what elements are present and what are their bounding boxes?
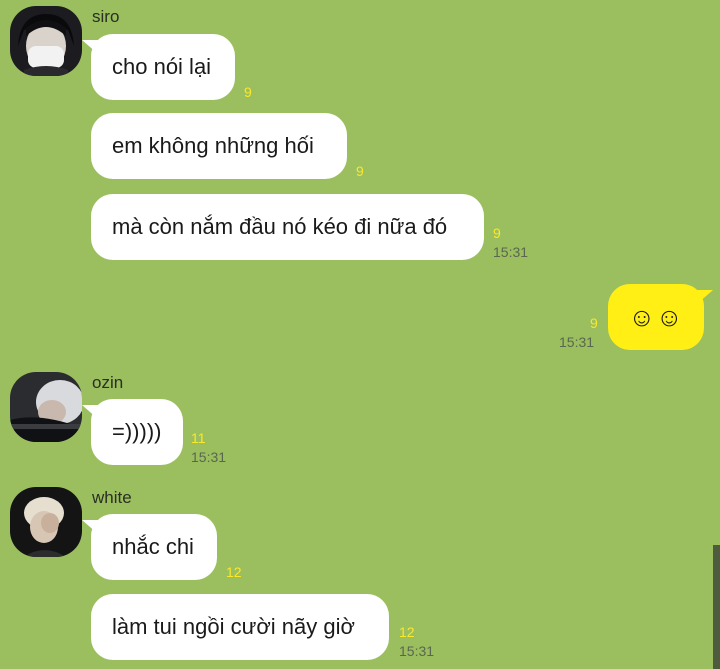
avatar-resting-person-icon — [10, 372, 82, 442]
unread-count: 12 — [399, 624, 415, 640]
avatar-siro[interactable] — [10, 6, 82, 76]
my-message-bubble[interactable]: ☺☺ — [608, 284, 713, 350]
unread-count: 9 — [590, 315, 598, 331]
avatar-masked-person-icon — [10, 6, 82, 76]
message-bubble[interactable]: mà còn nắm đầu nó kéo đi nữa đó — [91, 194, 484, 260]
sender-name: white — [92, 488, 132, 507]
scrollbar[interactable] — [713, 545, 720, 669]
unread-count: 11 — [191, 430, 206, 446]
avatar-hand-on-face-icon — [10, 487, 82, 557]
unread-count: 9 — [244, 84, 252, 100]
sender-name: ozin — [92, 373, 124, 392]
avatar-ozin[interactable] — [10, 372, 82, 442]
timestamp: 15:31 — [559, 334, 595, 350]
sender-name: siro — [92, 7, 120, 26]
unread-count: 9 — [356, 163, 364, 179]
unread-count: 9 — [493, 225, 501, 241]
avatar-white[interactable] — [10, 487, 82, 557]
timestamp: 15:31 — [493, 244, 529, 260]
message-bubble[interactable]: cho nói lại — [82, 34, 235, 100]
message-bubble[interactable]: nhắc chi — [82, 514, 217, 580]
message-bubble[interactable]: =))))) — [82, 399, 183, 465]
message-bubble[interactable]: em không những hối — [91, 113, 347, 179]
message-bubble[interactable]: làm tui ngồi cười nãy giờ — [91, 594, 389, 660]
timestamp: 15:31 — [399, 643, 435, 659]
smiling-face-emoji: ☺☺ — [628, 302, 684, 332]
timestamp: 15:31 — [191, 449, 227, 465]
unread-count: 12 — [226, 564, 242, 580]
